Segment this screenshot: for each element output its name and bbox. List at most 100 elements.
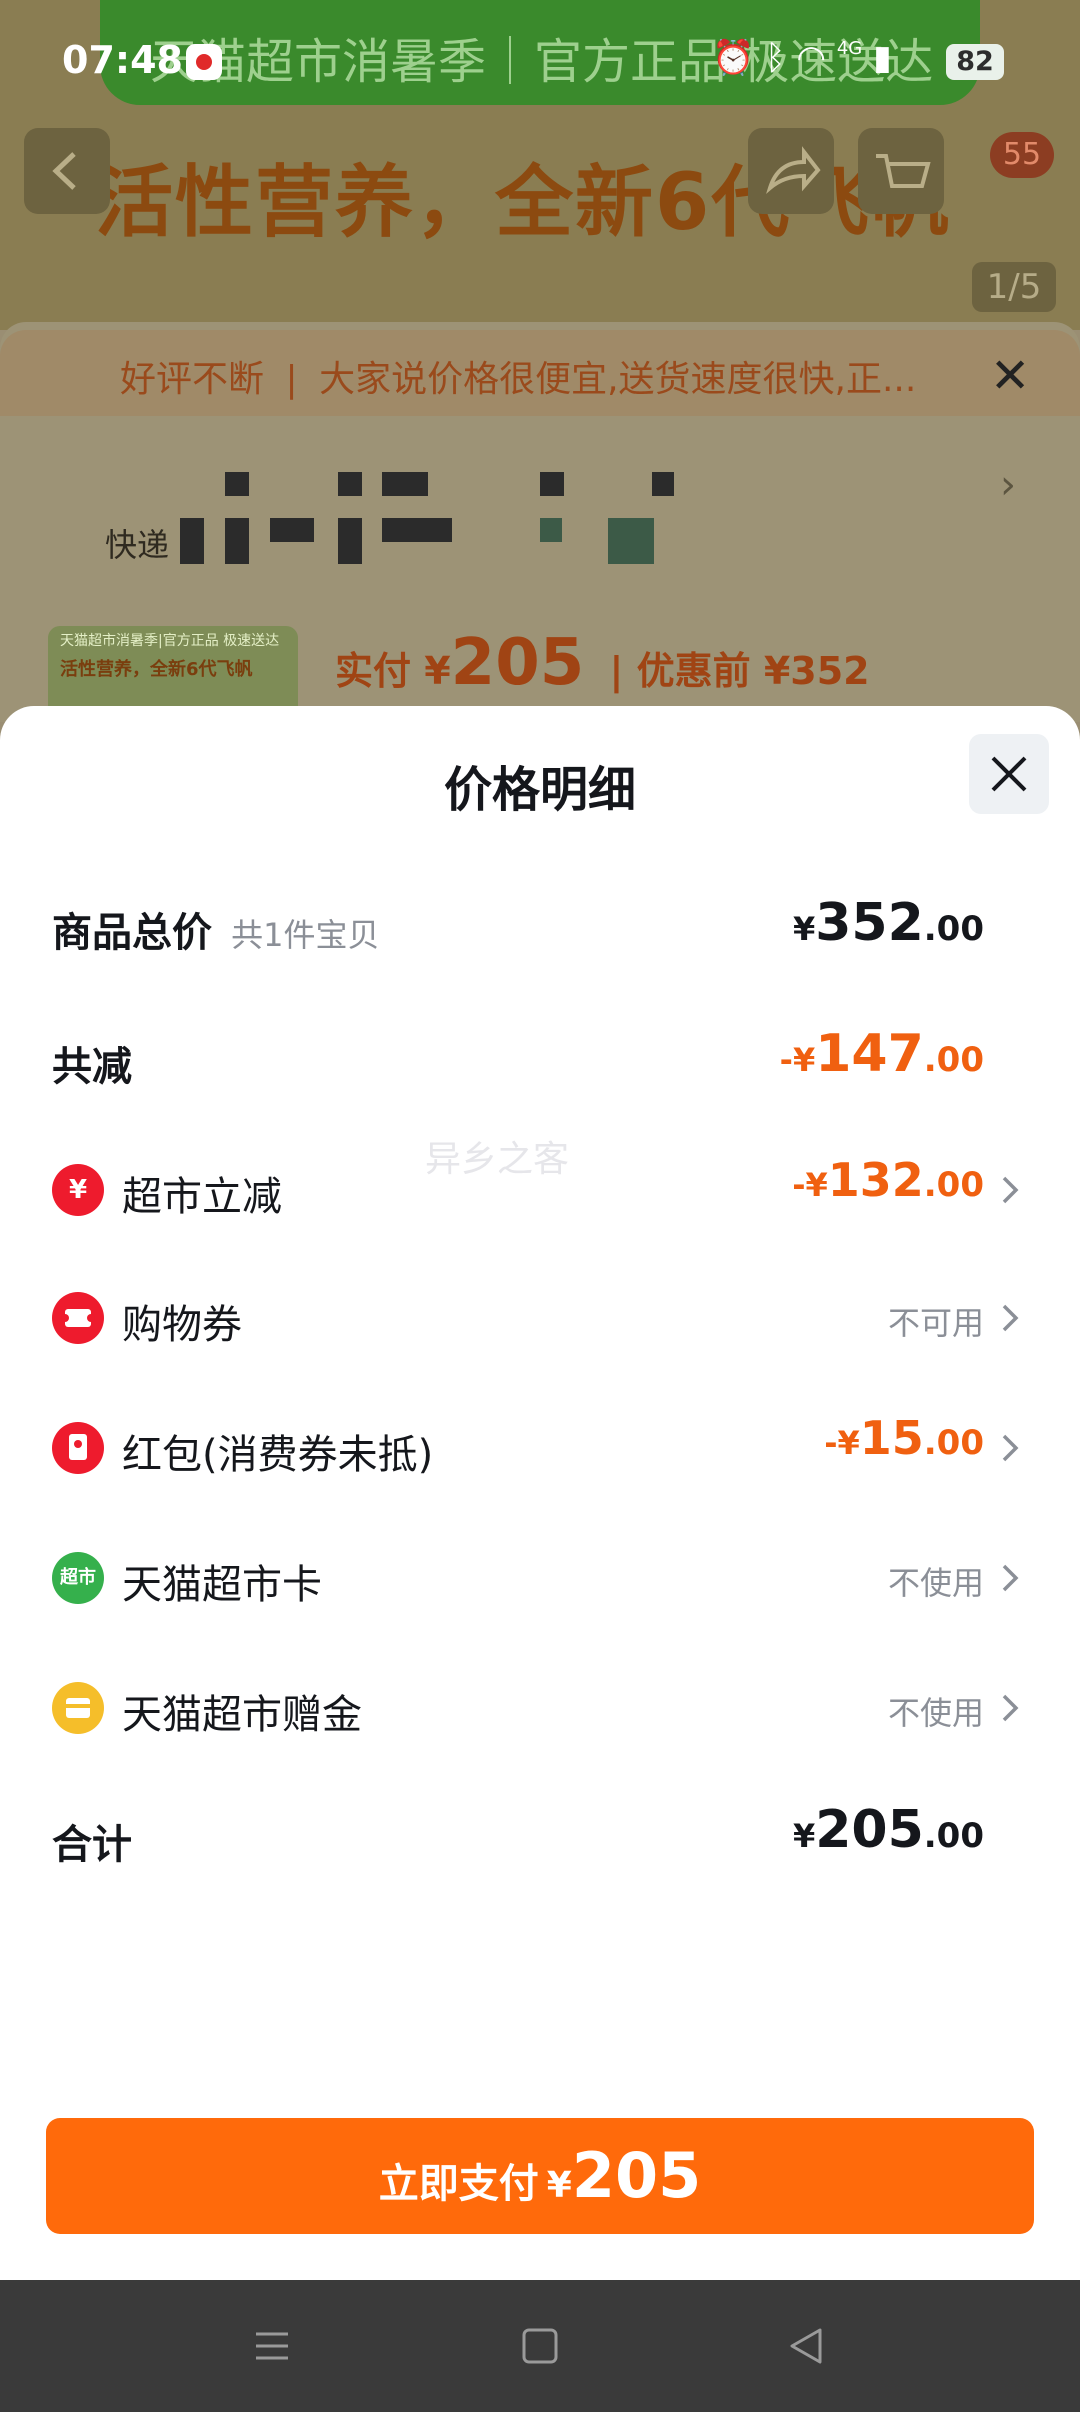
amount-main: 132 bbox=[827, 1153, 924, 1207]
redacted-address bbox=[540, 518, 562, 542]
battery-indicator: 82 bbox=[946, 44, 1004, 80]
menu-icon[interactable] bbox=[242, 2316, 302, 2376]
amount-main: 147 bbox=[815, 1024, 924, 1084]
currency-symbol: ¥ bbox=[837, 1424, 860, 1462]
back-icon[interactable] bbox=[776, 2316, 836, 2376]
signal-icon: ▮ bbox=[873, 38, 892, 78]
total-discount-row: 共减 bbox=[52, 1034, 132, 1092]
share-icon bbox=[766, 146, 821, 195]
amount-decimal: .00 bbox=[923, 1816, 984, 1856]
review-notice-text: 好评不断 | 大家说价格很便宜,送货速度很快,正... bbox=[120, 350, 916, 402]
paid-price: 实付 ¥205 | 优惠前 ¥352 bbox=[335, 626, 870, 700]
row-label: 天猫超市卡 bbox=[122, 1562, 322, 1608]
bluetooth-icon: ᛒ bbox=[765, 38, 786, 78]
grand-total-value: ¥205.00 bbox=[793, 1800, 984, 1860]
redacted-address bbox=[270, 518, 314, 542]
status-icons: ⏰ ᛒ ◠ 4G ▮ bbox=[712, 38, 892, 78]
redacted-address bbox=[540, 472, 564, 496]
total-goods-value: ¥352.00 bbox=[793, 893, 984, 953]
status-time: 07:48 bbox=[62, 38, 183, 82]
notification-app-icon bbox=[186, 44, 222, 80]
close-icon bbox=[991, 756, 1027, 792]
supermarket-card-icon-text: 超市 bbox=[60, 1567, 96, 1588]
minus-sign: - bbox=[779, 1041, 793, 1079]
redacted-address bbox=[180, 518, 204, 564]
currency-symbol: ¥ bbox=[792, 910, 816, 948]
cart-badge: 55 bbox=[990, 132, 1054, 178]
back-button bbox=[24, 128, 110, 214]
yuan-discount-icon: ¥ bbox=[52, 1164, 104, 1216]
grand-total-row: 合计 bbox=[52, 1812, 132, 1870]
gift-money-row[interactable]: 天猫超市赠金 不使用 bbox=[0, 1658, 1080, 1758]
row-label: 超市立减 bbox=[122, 1174, 282, 1220]
supermarket-card-row[interactable]: 超市 天猫超市卡 不使用 bbox=[0, 1528, 1080, 1628]
amount-decimal: .00 bbox=[923, 909, 984, 949]
notice-divider: | bbox=[285, 359, 298, 400]
currency-symbol: ¥ bbox=[792, 1817, 816, 1855]
supermarket-discount-row[interactable]: ¥ 超市立减 -¥132.00 bbox=[0, 1140, 1080, 1240]
paid-price-value: 205 bbox=[450, 626, 585, 700]
amount-decimal: .00 bbox=[923, 1165, 984, 1205]
delivery-label: 快递 bbox=[105, 526, 170, 564]
supermarket-card-icon: 超市 bbox=[52, 1552, 104, 1604]
total-goods-row: 商品总价 共1件宝贝 bbox=[52, 900, 379, 958]
pay-currency: ¥ bbox=[546, 2165, 572, 2206]
thumbnail-headline: 活性营养，全新6代飞帆 bbox=[60, 659, 253, 680]
sheet-title: 价格明细 bbox=[443, 762, 636, 818]
red-envelope-icon bbox=[52, 1422, 104, 1474]
row-label: 共减 bbox=[52, 1044, 132, 1090]
row-label: 购物券 bbox=[122, 1302, 242, 1348]
chevron-right-icon bbox=[990, 1170, 1030, 1210]
amount-main: 15 bbox=[859, 1411, 924, 1465]
amount-decimal: .00 bbox=[923, 1040, 984, 1080]
row-label: 商品总价 bbox=[52, 910, 212, 956]
paid-price-prefix: 实付 ¥ bbox=[335, 649, 451, 693]
notice-close-icon: ✕ bbox=[990, 348, 1031, 404]
supermarket-discount-value: -¥132.00 bbox=[792, 1153, 984, 1207]
network-type: 4G bbox=[836, 38, 863, 59]
pay-amount: 205 bbox=[571, 2139, 702, 2212]
image-pager: 1/5 bbox=[972, 262, 1056, 312]
row-label: 红包(消费券未抵) bbox=[122, 1432, 434, 1478]
redacted-address bbox=[652, 472, 674, 496]
pay-button-label: 立即支付 bbox=[378, 2161, 539, 2207]
address-chevron-icon: › bbox=[1000, 462, 1016, 508]
amount-decimal: .00 bbox=[923, 1423, 984, 1463]
redacted-address bbox=[338, 518, 362, 564]
yuan-glyph: ¥ bbox=[68, 1175, 88, 1205]
home-icon[interactable] bbox=[510, 2316, 570, 2376]
close-button[interactable] bbox=[969, 734, 1049, 814]
total-discount-value: -¥147.00 bbox=[780, 1024, 984, 1084]
coupon-status: 不可用 bbox=[887, 1304, 984, 1342]
cart-button bbox=[858, 128, 944, 214]
redacted-address bbox=[225, 472, 249, 496]
item-count: 共1件宝贝 bbox=[231, 916, 380, 954]
chevron-right-icon bbox=[990, 1298, 1030, 1338]
pay-now-button[interactable]: 立即支付 ¥205 bbox=[46, 2118, 1034, 2234]
red-envelope-row[interactable]: 红包(消费券未抵) -¥15.00 bbox=[0, 1398, 1080, 1498]
redacted-address bbox=[382, 472, 428, 496]
alarm-icon: ⏰ bbox=[712, 38, 755, 78]
red-envelope-value: -¥15.00 bbox=[824, 1411, 984, 1465]
minus-sign: - bbox=[792, 1166, 806, 1204]
row-label: 合计 bbox=[52, 1822, 132, 1868]
redacted-address bbox=[608, 518, 654, 564]
redacted-address bbox=[382, 518, 452, 542]
cart-icon bbox=[876, 154, 931, 188]
redacted-address bbox=[225, 518, 249, 564]
review-summary: 大家说价格很便宜,送货速度很快,正... bbox=[319, 359, 917, 400]
currency-symbol: ¥ bbox=[792, 1041, 816, 1079]
shopping-coupon-row[interactable]: 购物券 不可用 bbox=[0, 1268, 1080, 1368]
amount-main: 352 bbox=[815, 893, 924, 953]
review-tag: 好评不断 bbox=[120, 359, 265, 400]
redacted-address bbox=[338, 472, 362, 496]
thumbnail-banner-text: 天猫超市消暑季|官方正品 极速送达 bbox=[60, 633, 280, 649]
share-button bbox=[748, 128, 834, 214]
card-status: 不使用 bbox=[887, 1564, 984, 1602]
minus-sign: - bbox=[824, 1424, 838, 1462]
row-label: 天猫超市赠金 bbox=[122, 1692, 362, 1738]
gift-money-status: 不使用 bbox=[887, 1694, 984, 1732]
back-arrow-icon bbox=[52, 152, 76, 190]
ticket-icon bbox=[52, 1292, 104, 1344]
chevron-right-icon bbox=[990, 1428, 1030, 1468]
